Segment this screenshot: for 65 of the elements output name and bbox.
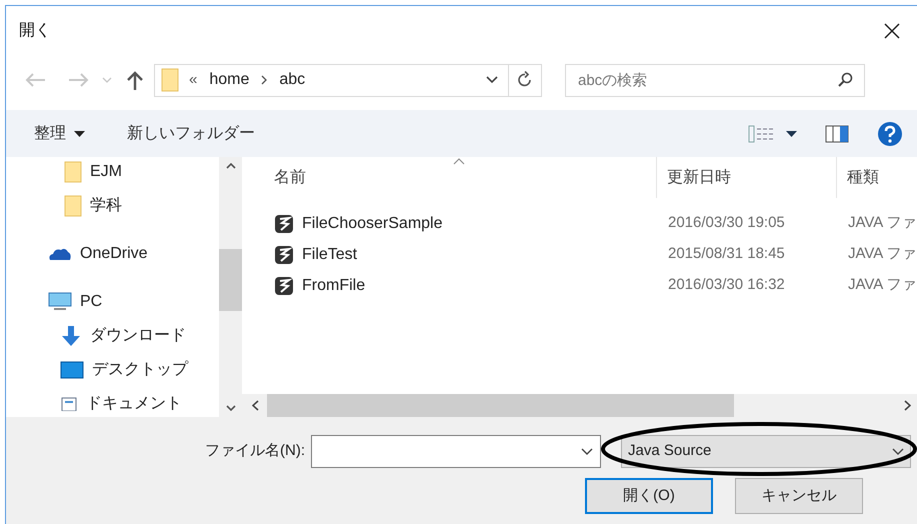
horizontal-scrollbar[interactable] [242,394,917,417]
scroll-right-icon[interactable] [904,400,911,411]
organize-menu[interactable]: 整理 [34,122,85,146]
dropdown-arrow-icon[interactable] [786,130,797,136]
file-type: JAVA ファ [847,213,917,234]
sidebar-item[interactable]: デスクトップ [92,358,188,382]
dialog-button[interactable]: キャンセル [735,478,863,514]
refresh-icon[interactable] [517,71,533,89]
address-bar[interactable]: « home abc [154,64,542,96]
scroll-up-icon[interactable] [226,163,236,169]
java-file-icon [274,276,294,296]
scroll-left-icon[interactable] [252,400,259,411]
file-name[interactable]: FileChooserSample [302,212,443,236]
file-type-dropdown[interactable]: Java Source [621,435,911,468]
scrollbar-thumb[interactable] [267,394,734,417]
chevron-down-icon[interactable] [581,448,593,456]
sidebar-item[interactable]: ダウンロード [90,324,186,348]
scroll-down-icon[interactable] [226,405,236,411]
sort-caret-icon [453,158,465,165]
file-name[interactable]: FromFile [302,274,366,298]
scrollbar[interactable] [219,157,242,417]
breadcrumb[interactable]: home [209,68,250,92]
sidebar-item[interactable]: OneDrive [80,242,148,266]
preview-pane-icon[interactable] [825,124,849,142]
dropdown-arrow-icon[interactable] [74,130,85,136]
column-header[interactable]: 種類 [836,157,917,198]
down-arrow-icon [60,325,82,347]
modified-date: 2016/03/30 19:05 [667,213,786,234]
window-title: 開く [19,21,51,41]
folder-icon [161,68,179,92]
modified-date: 2015/08/31 18:45 [667,244,786,264]
up-arrow-icon[interactable] [126,70,144,90]
folder-icon [64,161,82,183]
sidebar-item[interactable]: 学科 [90,194,122,218]
file-type: JAVA ファ [847,275,917,296]
sidebar-item[interactable]: ドキュメント [86,392,182,416]
chevron-down-icon[interactable] [486,76,498,84]
chevron-right-icon [261,75,268,85]
dialog-button[interactable]: 開く(O) [585,478,713,514]
sidebar-item[interactable]: EJM [90,160,122,184]
search-field[interactable]: abcの検索 [565,64,865,96]
scrollbar-thumb[interactable] [219,249,242,311]
breadcrumb[interactable]: abc [279,68,306,92]
filename-field[interactable] [311,435,601,468]
modified-date: 2016/03/30 16:32 [667,275,786,296]
java-file-icon [274,214,294,234]
java-file-icon [274,244,294,264]
cloud-icon [48,247,72,261]
column-header[interactable]: 更新日時 [656,157,836,198]
help-icon[interactable] [877,120,903,146]
file-type: JAVA ファ [847,244,917,264]
column-header[interactable]: 名前 [242,157,656,198]
filename-label: ファイル名(N): [205,441,305,462]
overflow-chevron[interactable]: « [189,68,198,92]
view-list-icon[interactable] [748,124,774,142]
desktop-icon [60,361,84,379]
monitor-icon [48,292,72,312]
search-icon [837,72,853,88]
file-name[interactable]: FileTest [302,242,358,266]
close-icon[interactable] [883,22,901,40]
sidebar-item[interactable]: PC [80,290,102,314]
document-icon [60,397,78,411]
new-folder-button[interactable]: 新しいフォルダー [127,122,255,146]
chevron-down-icon[interactable] [892,448,904,456]
folder-icon [64,195,82,217]
